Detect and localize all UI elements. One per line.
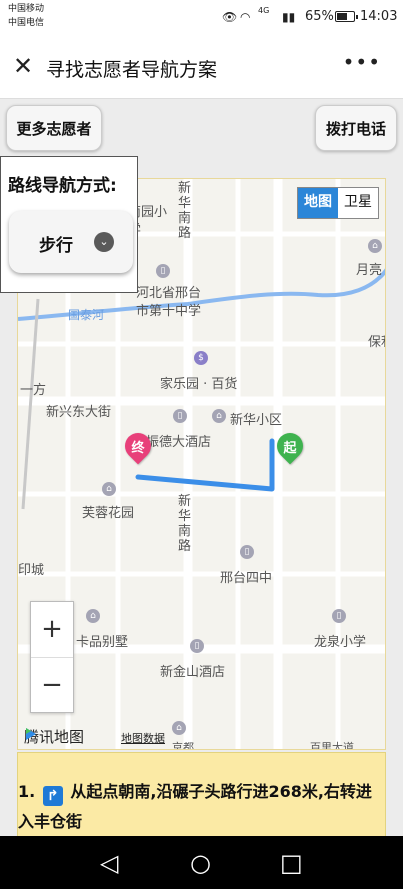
route-mode-panel: 路线导航方式: 步行 ⌄ [0, 156, 138, 293]
map-label-jiale: 家乐园 · 百货 [160, 377, 238, 392]
map-brand: 腾讯地图 [24, 726, 84, 747]
hotel-icon: ▯ [190, 639, 204, 653]
map-label-yueliang: 月亮 [356, 263, 383, 278]
school-icon: ▯ [332, 609, 346, 623]
more-volunteers-button[interactable]: 更多志愿者 [6, 105, 102, 151]
map-label-pinbieshu: 卡品别墅 [76, 635, 129, 650]
map-label-furong: 芙蓉花园 [82, 506, 135, 521]
route-step-text: 1. ↱ 从起点朝南,沿碾子头路行进268米,右转进入丰仓街 [18, 777, 378, 837]
call-button[interactable]: 拨打电话 [315, 105, 397, 151]
shopping-icon: $ [194, 351, 208, 365]
home-icon[interactable]: ○ [190, 849, 211, 877]
clock: 14:03 [360, 9, 398, 24]
poi-icon: ⌂ [212, 409, 226, 423]
route-step: 1. ↱ 从起点朝南,沿碾子头路行进268米,右转进入丰仓街 [17, 752, 386, 842]
route-step-number: 1. [18, 782, 36, 801]
carrier-2: 中国电信 [8, 18, 45, 28]
map-label-yifang: 一方 [20, 383, 47, 398]
hotel-icon: ▯ [173, 409, 187, 423]
title-bar: ✕ 寻找志愿者导航方案 ••• [0, 36, 403, 99]
carrier-1: 中国移动 [8, 4, 45, 14]
tencent-map-logo-icon [26, 728, 36, 740]
map-type-satellite[interactable]: 卫星 [338, 188, 378, 218]
zoom-in-button[interactable]: + [31, 602, 73, 657]
end-marker-label: 终 [131, 441, 145, 456]
eye-icon: 👁 [222, 10, 238, 24]
zoom-control: + − [30, 601, 74, 713]
start-marker[interactable]: 起 [271, 427, 309, 467]
map-label-xinhua-north: 新华南路 [178, 181, 192, 241]
school-icon: ▯ [240, 545, 254, 559]
signal-icon: ▮▮ [282, 10, 296, 24]
start-marker-label: 起 [283, 441, 297, 456]
map-data-link[interactable]: 地图数据 [121, 730, 165, 746]
map-label-zhende-hotel: 振德大酒店 [146, 435, 212, 450]
poi-icon: ⌂ [86, 609, 100, 623]
map-type-switch: 地图 卫星 [297, 187, 379, 219]
chevron-down-icon: ⌄ [94, 232, 114, 252]
more-icon[interactable]: ••• [343, 50, 381, 74]
map-label-guotai-river: 国泰河 [68, 308, 105, 322]
recents-icon[interactable]: □ [280, 849, 303, 877]
map-label-baoli: 保利 [368, 335, 385, 350]
map-type-map[interactable]: 地图 [298, 188, 338, 218]
battery-percent: 65% [305, 9, 334, 24]
route-step-instruction: 从起点朝南,沿碾子头路行进268米,右转进入丰仓街 [18, 782, 372, 831]
map-label-xingtai-4: 邢台四中 [220, 571, 273, 586]
map-label-xinxing-street: 新兴东大街 [46, 405, 112, 420]
poi-icon: ⌂ [102, 482, 116, 496]
zoom-out-button[interactable]: − [31, 658, 73, 713]
system-nav-bar: ◁ ○ □ [0, 836, 403, 889]
poi-icon: ▯ [156, 264, 170, 278]
route-mode-label: 路线导航方式: [8, 176, 117, 196]
poi-icon: ⌂ [368, 239, 382, 253]
end-marker[interactable]: 终 [119, 427, 157, 467]
turn-right-icon: ↱ [42, 786, 63, 806]
poi-icon: ⌂ [172, 721, 186, 735]
map-label-jingdu: 京都 [172, 741, 194, 750]
map-label-xinhua-xiaoqu: 新华小区 [230, 413, 283, 428]
battery-icon [335, 11, 358, 22]
page-title: 寻找志愿者导航方案 [46, 59, 218, 81]
map-label-yincheng: 印城 [18, 563, 45, 578]
wifi-icon: ◠ [240, 10, 251, 24]
map-label-xinhua-south: 新华南路 [178, 494, 192, 554]
route-mode-select[interactable]: 步行 ⌄ [9, 211, 133, 273]
map-label-jinshan-hotel: 新金山酒店 [160, 665, 226, 680]
map-label-baichen: 百里大道 [310, 741, 354, 750]
back-icon[interactable]: ◁ [100, 849, 118, 877]
close-icon[interactable]: ✕ [10, 51, 36, 81]
route-mode-value: 步行 [39, 236, 73, 256]
map-label-longquan: 龙泉小学 [314, 635, 367, 650]
network-type: 4G [258, 6, 270, 15]
map-label-hebei-school: 河北省邢台市第十中学 [136, 286, 202, 319]
status-bar: 中国移动 中国电信 👁 ◠ 4G ▮▮ 65% 14:03 [0, 0, 403, 36]
